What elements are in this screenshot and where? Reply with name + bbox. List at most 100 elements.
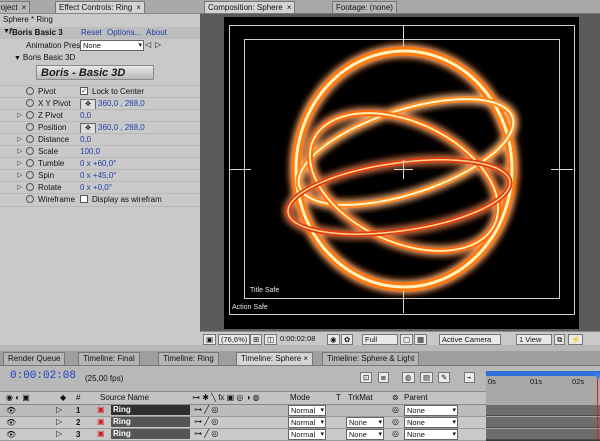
eye-icon[interactable]: 👁: [6, 418, 16, 427]
tab-render-queue[interactable]: Render Queue: [3, 352, 66, 365]
mode-dropdown[interactable]: Normal: [288, 417, 326, 428]
fast-preview-icon[interactable]: ⚡: [568, 334, 584, 345]
layer-name[interactable]: Ring: [111, 417, 190, 427]
source-name-header[interactable]: Source Name: [100, 393, 149, 402]
eye-icon[interactable]: 👁: [6, 430, 16, 439]
table-row[interactable]: 👁 ▷ 1 ▣ Ring ⊶ ╱ ◎ Normal ◎ None: [0, 405, 486, 417]
stopwatch-icon[interactable]: [26, 123, 34, 131]
draft-3d-icon[interactable]: ✎: [438, 372, 451, 383]
layer-switches[interactable]: ⊶ ╱ ◎: [194, 429, 218, 438]
table-row[interactable]: 👁 ▷ 2 ▣ Ring ⊶ ╱ ◎ Normal None ◎ None: [0, 417, 486, 429]
prop-value[interactable]: 360,0 , 288,0: [98, 123, 145, 132]
layer-switches[interactable]: ⊶ ╱ ◎: [194, 417, 218, 426]
timecode-display[interactable]: 0:00:02:08: [278, 334, 317, 343]
comp-mini-icon[interactable]: ⊡: [360, 372, 373, 383]
roi-icon[interactable]: ▢: [400, 334, 414, 345]
trkmat-dropdown[interactable]: None: [346, 429, 384, 440]
parent-dropdown[interactable]: None: [404, 405, 458, 416]
tab-composition[interactable]: Composition: Sphere ×: [204, 1, 296, 13]
expand-triangle-icon[interactable]: ▷: [56, 417, 62, 426]
prop-value[interactable]: 0,0: [80, 111, 91, 120]
layer-name[interactable]: Ring: [111, 429, 190, 439]
tab-effect-controls[interactable]: Effect Controls: Ring ×: [55, 1, 145, 13]
expand-triangle-icon[interactable]: ▷: [17, 159, 22, 167]
tab-close-icon[interactable]: ×: [303, 354, 308, 363]
layer-switch-icon[interactable]: ⧈: [378, 372, 389, 383]
transparency-grid-icon[interactable]: ▦: [414, 334, 428, 345]
prop-value[interactable]: 360,0 , 288,0: [98, 99, 145, 108]
next-preset-icon[interactable]: ▷: [155, 40, 161, 49]
prop-value[interactable]: 0 x +0,0°: [80, 183, 112, 192]
layer-bar[interactable]: [486, 405, 600, 416]
snapshot-icon[interactable]: ◉: [327, 334, 340, 345]
trkmat-dropdown[interactable]: None: [346, 417, 384, 428]
mode-header[interactable]: Mode: [290, 393, 310, 402]
stopwatch-icon[interactable]: [26, 135, 34, 143]
tab-footage[interactable]: Footage: (none): [332, 1, 397, 13]
layer-switches[interactable]: ⊶ ╱ ◎: [194, 405, 218, 414]
layer-name[interactable]: Ring: [111, 405, 190, 415]
stopwatch-icon[interactable]: [26, 195, 34, 203]
about-link[interactable]: About: [146, 28, 167, 37]
expand-triangle-icon[interactable]: ▷: [17, 135, 22, 143]
eye-icon[interactable]: 👁: [6, 406, 16, 415]
view-layout-dropdown[interactable]: 1 View: [516, 334, 552, 345]
always-preview-icon[interactable]: ▣: [203, 334, 217, 345]
tab-timeline-final[interactable]: Timeline: Final: [78, 352, 140, 365]
pickwhip-icon[interactable]: ◎: [392, 417, 399, 426]
stopwatch-icon[interactable]: [26, 171, 34, 179]
expand-triangle-icon[interactable]: ▷: [17, 147, 22, 155]
tab-timeline-ring[interactable]: Timeline: Ring: [158, 352, 219, 365]
mode-dropdown[interactable]: Normal: [288, 405, 326, 416]
lock-to-center-checkbox[interactable]: ✓: [80, 87, 88, 95]
tab-close-icon[interactable]: ×: [22, 3, 27, 12]
pickwhip-icon[interactable]: ◎: [392, 429, 399, 438]
graph-editor-icon[interactable]: ⌁: [464, 372, 475, 383]
stopwatch-icon[interactable]: [26, 99, 34, 107]
animation-presets-dropdown[interactable]: None: [80, 40, 144, 51]
resolution-dropdown[interactable]: Full: [362, 334, 398, 345]
layer-bar[interactable]: [486, 417, 600, 428]
parent-dropdown[interactable]: None: [404, 417, 458, 428]
camera-dropdown[interactable]: Active Camera: [439, 334, 501, 345]
parent-dropdown[interactable]: None: [404, 429, 458, 440]
time-ruler[interactable]: 0s 01s 02s: [486, 371, 600, 440]
layer-bar[interactable]: [486, 429, 600, 440]
stopwatch-icon[interactable]: [26, 183, 34, 191]
table-row[interactable]: 👁 ▷ 3 ▣ Ring ⊶ ╱ ◎ Normal None ◎ None: [0, 429, 486, 441]
prop-value[interactable]: 0 x +60,0°: [80, 159, 116, 168]
mask-icon[interactable]: ◫: [264, 334, 278, 345]
pickwhip-icon[interactable]: ◎: [392, 405, 399, 414]
stopwatch-icon[interactable]: [26, 159, 34, 167]
tab-timeline-sphere-light[interactable]: Timeline: Sphere & Light: [322, 352, 420, 365]
tab-close-icon[interactable]: ×: [136, 3, 141, 12]
motion-blur-icon[interactable]: ◍: [402, 372, 415, 383]
mode-dropdown[interactable]: Normal: [288, 429, 326, 440]
expand-triangle-icon[interactable]: ▷: [56, 405, 62, 414]
collapse-triangle-icon[interactable]: ▼: [14, 55, 23, 62]
trkmat-header[interactable]: TrkMat: [348, 393, 373, 402]
composition-canvas[interactable]: Title Safe Action Safe: [224, 17, 579, 329]
frame-blend-icon[interactable]: ▤: [420, 372, 434, 383]
safe-zones-icon[interactable]: ⊞: [250, 334, 263, 345]
work-area-bar[interactable]: [486, 371, 600, 376]
parent-header[interactable]: Parent: [404, 393, 428, 402]
wireframe-checkbox[interactable]: [80, 195, 88, 203]
expand-triangle-icon[interactable]: ▷: [17, 171, 22, 179]
tab-project[interactable]: roject ×: [0, 1, 31, 13]
options-link[interactable]: Options...: [107, 28, 141, 37]
prop-value[interactable]: 0,0: [80, 135, 91, 144]
stopwatch-icon[interactable]: [26, 87, 34, 95]
stopwatch-icon[interactable]: [26, 111, 34, 119]
tab-timeline-sphere[interactable]: Timeline: Sphere ×: [236, 352, 314, 365]
reset-link[interactable]: Reset: [81, 28, 102, 37]
expand-triangle-icon[interactable]: ▷: [17, 183, 22, 191]
timeline-timecode[interactable]: 0:00:02:08: [10, 370, 76, 382]
expand-triangle-icon[interactable]: ▷: [56, 429, 62, 438]
prop-value[interactable]: 0 x +45,0°: [80, 171, 116, 180]
prev-preset-icon[interactable]: ◁: [145, 40, 151, 49]
channel-icon[interactable]: ✿: [341, 334, 354, 345]
stopwatch-icon[interactable]: [26, 147, 34, 155]
zoom-dropdown[interactable]: (76,6%): [218, 334, 251, 345]
prop-value[interactable]: 100,0: [80, 147, 100, 156]
